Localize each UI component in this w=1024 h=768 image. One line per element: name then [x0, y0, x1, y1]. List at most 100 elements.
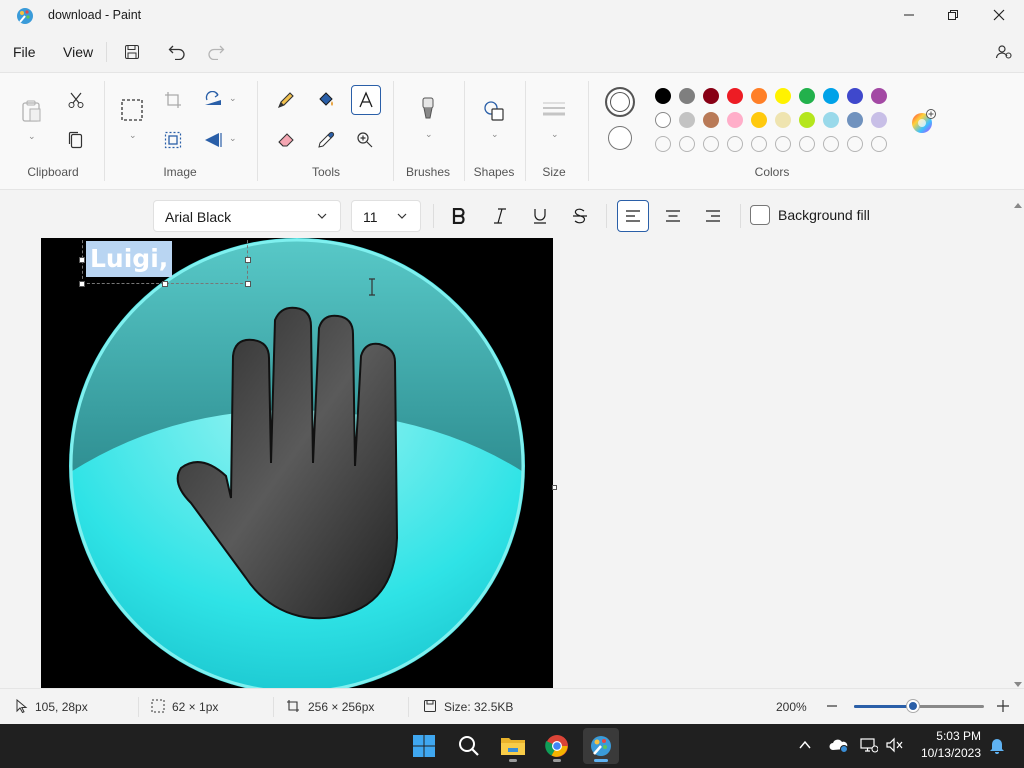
color-swatch[interactable]	[799, 88, 815, 104]
custom-color-slot[interactable]	[727, 136, 743, 152]
search-icon[interactable]	[451, 728, 487, 764]
strikethrough-button[interactable]	[564, 200, 596, 232]
color-swatch[interactable]	[679, 88, 695, 104]
select-chevron-down-icon[interactable]: ⌄	[129, 130, 137, 141]
color-swatch[interactable]	[679, 112, 695, 128]
notification-bell-icon[interactable]	[989, 737, 1005, 758]
flip-icon[interactable]	[199, 126, 227, 154]
account-icon[interactable]	[993, 41, 1015, 63]
brushes-chevron-down-icon[interactable]: ⌄	[425, 129, 433, 140]
align-right-button[interactable]	[697, 200, 729, 232]
cut-icon[interactable]	[62, 86, 90, 114]
text-tool-icon[interactable]	[351, 85, 381, 115]
size-chevron-down-icon[interactable]: ⌄	[551, 129, 559, 140]
zoom-slider-thumb[interactable]	[906, 700, 919, 712]
zoom-in-icon[interactable]	[996, 699, 1010, 716]
view-menu[interactable]: View	[63, 44, 93, 60]
resize-handle[interactable]	[245, 281, 251, 287]
drawing-canvas[interactable]: Luigi,	[41, 238, 553, 688]
custom-color-slot[interactable]	[871, 136, 887, 152]
bold-button[interactable]	[443, 200, 475, 232]
custom-color-slot[interactable]	[799, 136, 815, 152]
flip-chevron-down-icon[interactable]: ⌄	[229, 133, 237, 144]
scroll-up-arrow-icon[interactable]	[1014, 196, 1022, 211]
color-swatch[interactable]	[775, 88, 791, 104]
paste-chevron-down-icon[interactable]: ⌄	[28, 131, 36, 142]
crop-icon[interactable]	[159, 86, 187, 114]
redo-icon[interactable]	[205, 41, 227, 63]
paint-taskbar-icon[interactable]	[583, 728, 619, 764]
color-swatch[interactable]	[871, 112, 887, 128]
custom-color-slot[interactable]	[823, 136, 839, 152]
canvas-resize-handle[interactable]	[552, 485, 557, 490]
resize-handle[interactable]	[79, 257, 85, 263]
italic-button[interactable]	[484, 200, 516, 232]
rotate-chevron-down-icon[interactable]: ⌄	[229, 93, 237, 104]
color-swatch[interactable]	[847, 112, 863, 128]
color-picker-icon[interactable]	[312, 126, 340, 154]
color-swatch[interactable]	[751, 112, 767, 128]
minimize-button[interactable]	[886, 0, 932, 30]
fill-bucket-icon[interactable]	[312, 86, 340, 114]
custom-color-slot[interactable]	[703, 136, 719, 152]
color-swatch[interactable]	[655, 112, 671, 128]
zoom-slider-track[interactable]	[854, 700, 984, 712]
color-swatch[interactable]	[727, 88, 743, 104]
eraser-icon[interactable]	[272, 126, 300, 154]
font-family-dropdown[interactable]: Arial Black	[153, 200, 341, 232]
show-hidden-icons-chevron-icon[interactable]	[798, 738, 812, 755]
secondary-color-swatch[interactable]	[608, 126, 632, 150]
shapes-chevron-down-icon[interactable]: ⌄	[491, 129, 499, 140]
pencil-icon[interactable]	[272, 86, 300, 114]
select-rectangle-icon[interactable]	[118, 96, 146, 124]
start-button-icon[interactable]	[406, 728, 442, 764]
save-icon[interactable]	[121, 41, 143, 63]
brushes-icon[interactable]	[414, 95, 442, 123]
color-swatch[interactable]	[703, 88, 719, 104]
color-swatch[interactable]	[655, 88, 671, 104]
color-swatch[interactable]	[799, 112, 815, 128]
volume-muted-icon[interactable]	[886, 737, 904, 756]
color-swatch[interactable]	[775, 112, 791, 128]
canvas-text[interactable]: Luigi,	[86, 241, 173, 277]
color-swatch[interactable]	[871, 88, 887, 104]
primary-color-swatch[interactable]	[605, 87, 635, 117]
underline-button[interactable]	[524, 200, 556, 232]
file-menu[interactable]: File	[13, 44, 36, 60]
custom-color-slot[interactable]	[847, 136, 863, 152]
resize-handle[interactable]	[245, 257, 251, 263]
color-swatch[interactable]	[823, 112, 839, 128]
rotate-icon[interactable]	[199, 86, 227, 114]
custom-color-slot[interactable]	[679, 136, 695, 152]
background-fill-checkbox[interactable]	[750, 205, 770, 225]
resize-handle[interactable]	[79, 281, 85, 287]
resize-icon[interactable]	[159, 126, 187, 154]
paste-icon[interactable]	[18, 97, 46, 125]
taskbar-date[interactable]: 10/13/2023	[905, 746, 981, 760]
copy-icon[interactable]	[62, 126, 90, 154]
color-swatch[interactable]	[847, 88, 863, 104]
taskbar-time[interactable]: 5:03 PM	[905, 729, 981, 743]
vertical-scrollbar[interactable]	[1012, 192, 1024, 688]
color-swatch[interactable]	[751, 88, 767, 104]
custom-color-slot[interactable]	[751, 136, 767, 152]
font-size-dropdown[interactable]: 11	[351, 200, 421, 232]
color-swatch[interactable]	[727, 112, 743, 128]
zoom-out-icon[interactable]	[826, 699, 838, 716]
size-icon[interactable]	[540, 95, 568, 123]
color-swatch[interactable]	[703, 112, 719, 128]
align-left-button[interactable]	[617, 200, 649, 232]
zoom-level-text[interactable]: 200%	[776, 700, 807, 714]
shapes-icon[interactable]	[480, 97, 508, 125]
undo-icon[interactable]	[166, 41, 188, 63]
color-swatch[interactable]	[823, 88, 839, 104]
restore-button[interactable]	[930, 0, 976, 30]
network-icon[interactable]	[860, 737, 879, 756]
magnifier-icon[interactable]	[351, 126, 379, 154]
file-explorer-icon[interactable]	[495, 728, 531, 764]
resize-handle[interactable]	[162, 281, 168, 287]
chrome-icon[interactable]	[539, 728, 575, 764]
custom-color-slot[interactable]	[655, 136, 671, 152]
onedrive-icon[interactable]	[829, 737, 849, 756]
custom-color-slot[interactable]	[775, 136, 791, 152]
